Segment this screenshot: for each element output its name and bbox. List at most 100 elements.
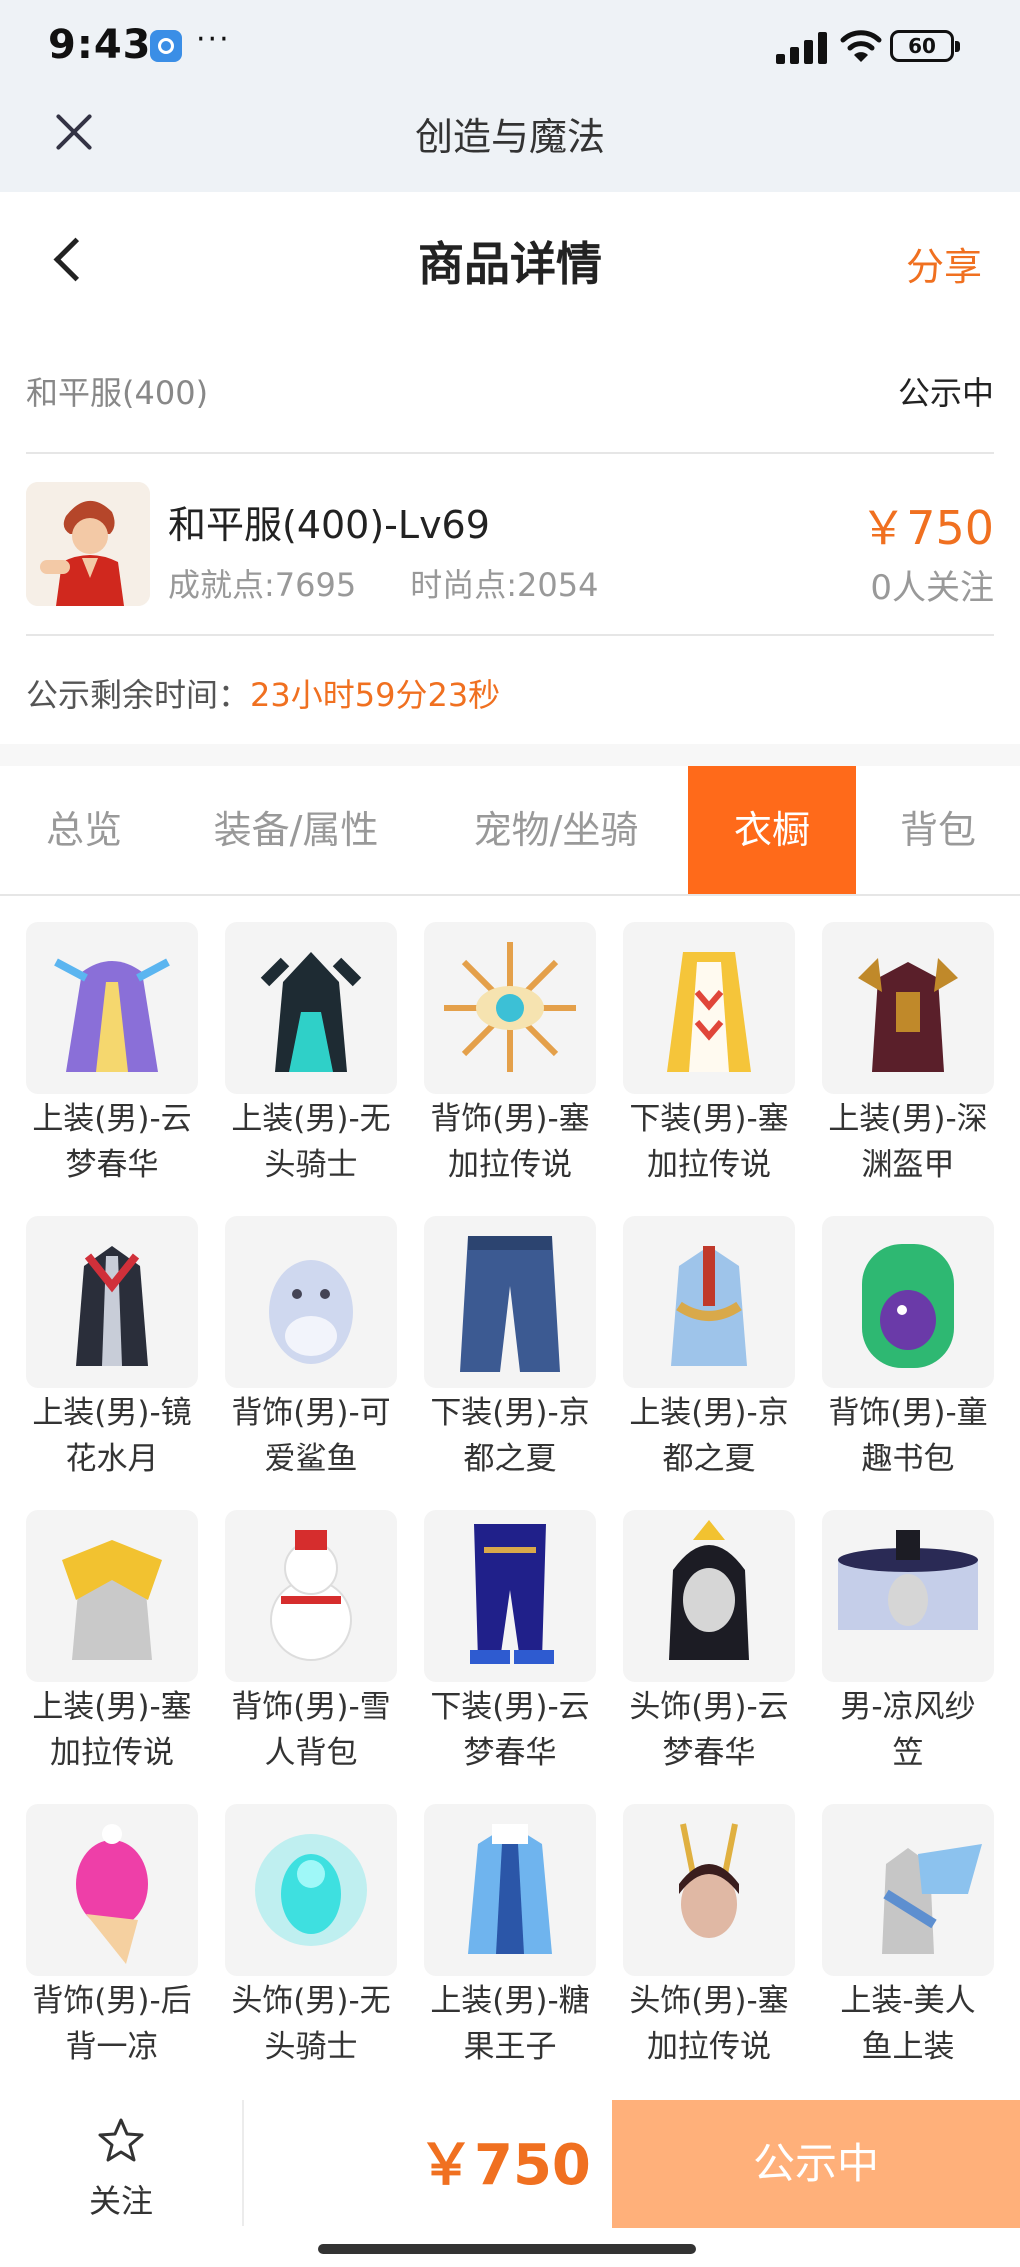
tab-bag[interactable]: 背包 — [856, 766, 1020, 894]
item-caption: 头饰(男)-无 头骑士 — [231, 1983, 391, 2065]
item-caption: 背饰(男)-塞 加拉传说 — [430, 1101, 590, 1183]
browser-app-icon — [150, 30, 182, 62]
wardrobe-item[interactable]: 上装(男)-无 头骑士 — [225, 922, 397, 1200]
wardrobe-item[interactable]: 头饰(男)-塞 加拉传说 — [623, 1804, 795, 2082]
item-caption: 上装(男)-京 都之夏 — [629, 1395, 789, 1477]
item-caption: 背饰(男)-可 爱鲨鱼 — [231, 1395, 391, 1477]
character-avatar — [26, 482, 150, 606]
wardrobe-item[interactable]: 背饰(男)-童 趣书包 — [822, 1216, 994, 1494]
title-bar: 创造与魔法 — [0, 92, 1020, 172]
wardrobe-item[interactable]: 背饰(男)-可 爱鲨鱼 — [225, 1216, 397, 1494]
wardrobe-item[interactable]: 上装-美人 鱼上装 — [822, 1804, 994, 2082]
wardrobe-item[interactable]: 上装(男)-镜 花水月 — [26, 1216, 198, 1494]
tab-pets-mounts[interactable]: 宠物/坐骑 — [424, 766, 688, 894]
item-caption: 上装(男)-云 梦春华 — [32, 1101, 192, 1183]
wardrobe-item[interactable]: 背饰(男)-塞 加拉传说 — [424, 922, 596, 1200]
item-thumbnail — [623, 1804, 795, 1976]
item-thumbnail — [26, 922, 198, 1094]
product-price: ￥750 — [860, 501, 994, 555]
tab-overview[interactable]: 总览 — [0, 766, 168, 894]
countdown-value: 23小时59分23秒 — [250, 676, 501, 714]
item-thumbnail — [225, 1510, 397, 1682]
item-thumbnail — [26, 1804, 198, 1976]
item-caption: 背饰(男)-雪 人背包 — [231, 1689, 391, 1771]
top-bar: 9:43 ··· 60 创造与魔法 — [0, 0, 1020, 192]
item-thumbnail — [225, 1804, 397, 1976]
fashion-points: 时尚点:2054 — [410, 566, 599, 604]
item-thumbnail — [623, 1510, 795, 1682]
item-thumbnail — [26, 1216, 198, 1388]
wardrobe-item[interactable]: 上装(男)-云 梦春华 — [26, 922, 198, 1200]
item-caption: 头饰(男)-塞 加拉传说 — [629, 1983, 789, 2065]
server-row: 和平服(400) 公示中 — [26, 362, 994, 422]
wardrobe-item[interactable]: 下装(男)-京 都之夏 — [424, 1216, 596, 1494]
item-caption: 头饰(男)-云 梦春华 — [629, 1689, 789, 1771]
wardrobe-item[interactable]: 上装(男)-糖 果王子 — [424, 1804, 596, 2082]
server-status: 公示中 — [897, 374, 994, 412]
wardrobe-item[interactable]: 男-凉风纱笠 — [822, 1510, 994, 1788]
item-thumbnail — [623, 922, 795, 1094]
bottom-action-bar: 关注 ￥750 公示中 — [0, 2100, 1020, 2267]
divider — [242, 2100, 244, 2226]
tab-equipment[interactable]: 装备/属性 — [168, 766, 424, 894]
item-caption: 下装(男)-京 都之夏 — [430, 1395, 590, 1477]
page-header: 商品详情 分享 — [0, 192, 1020, 332]
wifi-icon — [840, 30, 882, 62]
item-thumbnail — [822, 1804, 994, 1976]
product-card: 和平服(400)-Lv69 成就点:7695 时尚点:2054 ￥750 0人关注 — [26, 454, 994, 634]
item-caption: 上装(男)-镜 花水月 — [32, 1395, 192, 1477]
item-caption: 上装-美人 鱼上装 — [840, 1983, 976, 2065]
wardrobe-item[interactable]: 下装(男)-云 梦春华 — [424, 1510, 596, 1788]
follow-button[interactable]: 关注 — [60, 2116, 182, 2226]
item-thumbnail — [424, 1510, 596, 1682]
item-caption: 下装(男)-塞 加拉传说 — [629, 1101, 789, 1183]
status-bar: 9:43 ··· 60 — [0, 22, 1020, 72]
item-thumbnail — [26, 1510, 198, 1682]
achievement-points: 成就点:7695 — [168, 566, 357, 604]
battery-icon: 60 — [890, 30, 960, 62]
page-title: 商品详情 — [418, 237, 602, 291]
wardrobe-item[interactable]: 上装(男)-塞 加拉传说 — [26, 1510, 198, 1788]
follow-label: 关注 — [88, 2182, 153, 2220]
countdown: 公示剩余时间：23小时59分23秒 — [26, 670, 500, 716]
section-gap — [0, 744, 1020, 766]
tab-wardrobe[interactable]: 衣橱 — [688, 766, 856, 894]
wardrobe-item[interactable]: 上装(男)-深 渊盔甲 — [822, 922, 994, 1200]
item-caption: 背饰(男)-童 趣书包 — [828, 1395, 988, 1477]
item-thumbnail — [225, 922, 397, 1094]
bottom-price: ￥750 — [418, 2133, 591, 2198]
item-caption: 上装(男)-塞 加拉传说 — [32, 1689, 192, 1771]
wardrobe-item[interactable]: 上装(男)-京 都之夏 — [623, 1216, 795, 1494]
item-caption: 男-凉风纱笠 — [840, 1689, 976, 1771]
item-thumbnail — [225, 1216, 397, 1388]
item-thumbnail — [623, 1216, 795, 1388]
item-thumbnail — [424, 1216, 596, 1388]
product-name: 和平服(400)-Lv69 — [168, 503, 490, 547]
home-indicator[interactable] — [318, 2244, 696, 2254]
item-caption: 上装(男)-糖 果王子 — [430, 1983, 590, 2065]
item-thumbnail — [822, 1510, 994, 1682]
item-thumbnail — [424, 1804, 596, 1976]
wardrobe-item[interactable]: 下装(男)-塞 加拉传说 — [623, 922, 795, 1200]
star-icon — [98, 2118, 144, 2162]
wardrobe-item[interactable]: 背饰(男)-后 背一凉 — [26, 1804, 198, 2082]
share-button[interactable]: 分享 — [906, 236, 982, 291]
wardrobe-item[interactable]: 背饰(男)-雪 人背包 — [225, 1510, 397, 1788]
item-caption: 上装(男)-深 渊盔甲 — [828, 1101, 988, 1183]
item-caption: 背饰(男)-后 背一凉 — [32, 1983, 192, 2065]
divider — [26, 634, 994, 636]
item-thumbnail — [822, 1216, 994, 1388]
item-caption: 下装(男)-云 梦春华 — [430, 1689, 590, 1771]
follower-count: 0人关注 — [870, 568, 994, 608]
item-thumbnail — [822, 922, 994, 1094]
product-stats: 成就点:7695 时尚点:2054 — [168, 560, 598, 606]
wardrobe-item[interactable]: 头饰(男)-无 头骑士 — [225, 1804, 397, 2082]
wardrobe-item[interactable]: 头饰(男)-云 梦春华 — [623, 1510, 795, 1788]
status-time: 9:43 — [48, 22, 152, 68]
publicity-button[interactable]: 公示中 — [612, 2100, 1020, 2228]
tab-bar: 总览 装备/属性 宠物/坐骑 衣橱 背包 — [0, 766, 1020, 896]
window-title: 创造与魔法 — [414, 115, 605, 159]
cellular-signal-icon — [776, 32, 828, 64]
more-status-icon: ··· — [196, 22, 231, 57]
item-thumbnail — [424, 922, 596, 1094]
